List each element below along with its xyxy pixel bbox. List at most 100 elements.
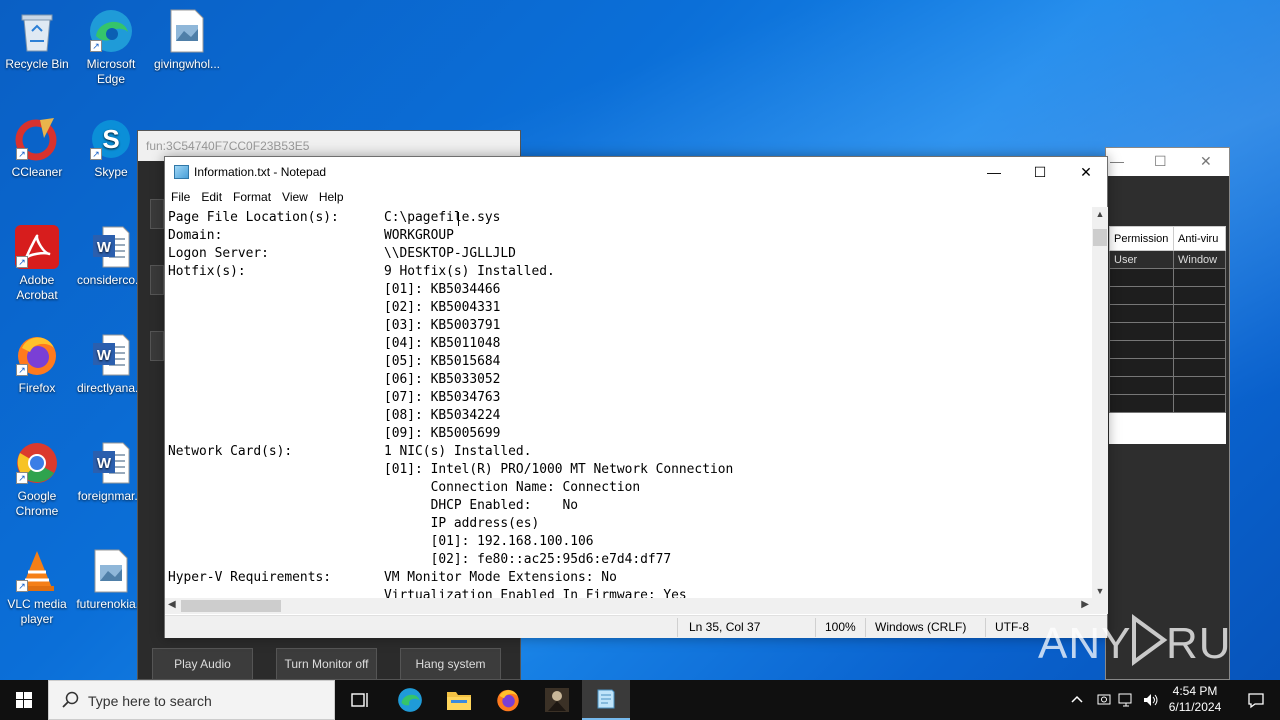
column-header[interactable]: Permission [1109,226,1174,251]
scrollbar-thumb[interactable] [181,600,281,612]
network-icon[interactable] [1118,692,1136,708]
taskbar-notepad[interactable] [582,680,630,720]
grid-cell[interactable] [1173,376,1226,395]
grid-cell[interactable] [1109,340,1174,359]
desktop-icon-ccleaner[interactable]: ↗ CCleaner [1,116,73,180]
menu-edit[interactable]: Edit [195,187,227,204]
vertical-scrollbar[interactable]: ▲ ▼ [1092,207,1108,598]
desktop-icon-edge[interactable]: ↗ Microsoft Edge [75,8,147,87]
scroll-left-icon[interactable]: ◀ [168,599,176,610]
notepad-icon [174,165,189,179]
grid-cell[interactable] [1173,340,1226,359]
text-line[interactable]: [01]: Intel(R) PRO/1000 MT Network Conne… [168,461,1092,479]
text-line[interactable]: DHCP Enabled: No [168,497,1092,515]
turn-monitor-off-button[interactable]: Turn Monitor off [276,648,377,680]
grid-cell[interactable] [1109,394,1174,413]
text-line[interactable]: Hyper-V Requirements: VM Monitor Mode Ext… [168,569,1092,587]
maximize-icon[interactable]: ☐ [1154,153,1167,170]
text-line[interactable]: [01]: 192.168.100.106 [168,533,1092,551]
close-button[interactable]: ✕ [1063,157,1109,187]
grid-cell[interactable] [1173,286,1226,305]
grid-cell[interactable] [1173,394,1226,413]
taskbar-search[interactable]: Type here to search [48,680,335,720]
side-button[interactable] [150,199,164,229]
side-button[interactable] [150,265,164,295]
menu-format[interactable]: Format [227,187,276,204]
text-line[interactable]: [09]: KB5005699 [168,425,1092,443]
minimize-button[interactable]: — [971,157,1017,187]
volume-icon[interactable] [1142,692,1160,708]
grid-cell[interactable] [1109,286,1174,305]
menu-help[interactable]: Help [313,187,349,204]
scroll-up-icon[interactable]: ▲ [1092,209,1108,219]
text-line[interactable]: [02]: fe80::ac25:95d6:e7d4:df77 [168,551,1092,569]
play-audio-button[interactable]: Play Audio [152,648,253,680]
taskbar-edge[interactable] [386,680,434,720]
text-line[interactable]: Page File Location(s): C:\pagefile.sys [168,209,1092,227]
notepad-window[interactable]: Information.txt - Notepad — ☐ ✕ File Edit… [164,156,1108,638]
menu-view[interactable]: View [276,187,313,204]
grid-cell[interactable] [1109,358,1174,377]
text-line[interactable]: [07]: KB5034763 [168,389,1092,407]
desktop-icon-firefox[interactable]: ↗ Firefox [1,332,73,396]
maximize-button[interactable]: ☐ [1017,157,1063,187]
grid-cell[interactable] [1173,304,1226,323]
folder-icon [447,692,471,710]
task-view-button[interactable] [336,680,384,720]
text-line[interactable]: Network Card(s): 1 NIC(s) Installed. [168,443,1092,461]
background-right-window[interactable]: — ☐ ✕ Permission Anti-viru User Window [1105,147,1230,680]
text-line[interactable]: Logon Server: \\DESKTOP-JGLLJLD [168,245,1092,263]
network-shield-icon[interactable] [1096,692,1112,708]
text-line[interactable]: [01]: KB5034466 [168,281,1092,299]
horizontal-scrollbar[interactable]: ◀ ▶ [165,598,1092,614]
desktop-icon-givingwhol[interactable]: givingwhol... [151,8,223,72]
desktop-icon-adobe-acrobat[interactable]: ↗ Adobe Acrobat [1,224,73,303]
recycle-bin-icon [14,8,60,54]
column-header[interactable]: Anti-viru [1173,226,1226,251]
desktop-icon-vlc[interactable]: ↗ VLC media player [1,548,73,627]
grid-cell[interactable] [1109,304,1174,323]
grid-cell[interactable] [1109,322,1174,341]
text-line[interactable]: [05]: KB5015684 [168,353,1092,371]
side-button[interactable] [150,331,164,361]
desktop-icon-recycle-bin[interactable]: Recycle Bin [1,8,73,72]
grid-cell[interactable] [1109,268,1174,287]
grid-cell[interactable] [1173,322,1226,341]
taskbar-firefox[interactable] [484,680,532,720]
line-value: [03]: KB5003791 [384,318,501,333]
taskbar-app[interactable] [533,680,581,720]
grid-cell[interactable]: User [1109,250,1174,269]
grid-cell[interactable] [1109,376,1174,395]
grid-cell[interactable] [1173,268,1226,287]
scroll-down-icon[interactable]: ▼ [1092,586,1108,596]
text-line[interactable]: Domain: WORKGROUP [168,227,1092,245]
desktop-icon-google-chrome[interactable]: ↗ Google Chrome [1,440,73,519]
close-icon[interactable]: ✕ [1200,153,1212,170]
line-ending: Windows (CRLF) [875,620,967,634]
text-line[interactable]: [06]: KB5033052 [168,371,1092,389]
chevron-up-icon[interactable] [1070,693,1084,707]
scrollbar-thumb[interactable] [1093,229,1107,246]
window-titlebar: — ☐ ✕ [1106,148,1229,176]
hang-system-button[interactable]: Hang system [400,648,501,680]
clock[interactable]: 4:54 PM 6/11/2024 [1163,683,1227,715]
start-button[interactable] [0,680,48,720]
grid-cell[interactable] [1173,358,1226,377]
notepad-titlebar[interactable]: Information.txt - Notepad — ☐ ✕ [165,157,1107,187]
text-line[interactable]: Connection Name: Connection [168,479,1092,497]
skype-icon: S ↗ [88,116,134,162]
taskbar-file-explorer[interactable] [435,680,483,720]
minimize-icon[interactable]: — [1110,153,1124,169]
text-line[interactable]: [02]: KB5004331 [168,299,1092,317]
text-line[interactable]: [08]: KB5034224 [168,407,1092,425]
data-grid[interactable]: Permission Anti-viru User Window [1109,226,1226,444]
notification-button[interactable] [1232,680,1280,720]
menu-file[interactable]: File [165,187,195,204]
text-line[interactable]: Hotfix(s): 9 Hotfix(s) Installed. [168,263,1092,281]
grid-cell[interactable]: Window [1173,250,1226,269]
text-line[interactable]: Virtualization Enabled In Firmware: Yes [168,587,1092,598]
text-editor[interactable]: Page File Location(s): C:\pagefile.sys Dom… [165,207,1092,598]
text-line[interactable]: [04]: KB5011048 [168,335,1092,353]
text-line[interactable]: IP address(es) [168,515,1092,533]
text-line[interactable]: [03]: KB5003791 [168,317,1092,335]
